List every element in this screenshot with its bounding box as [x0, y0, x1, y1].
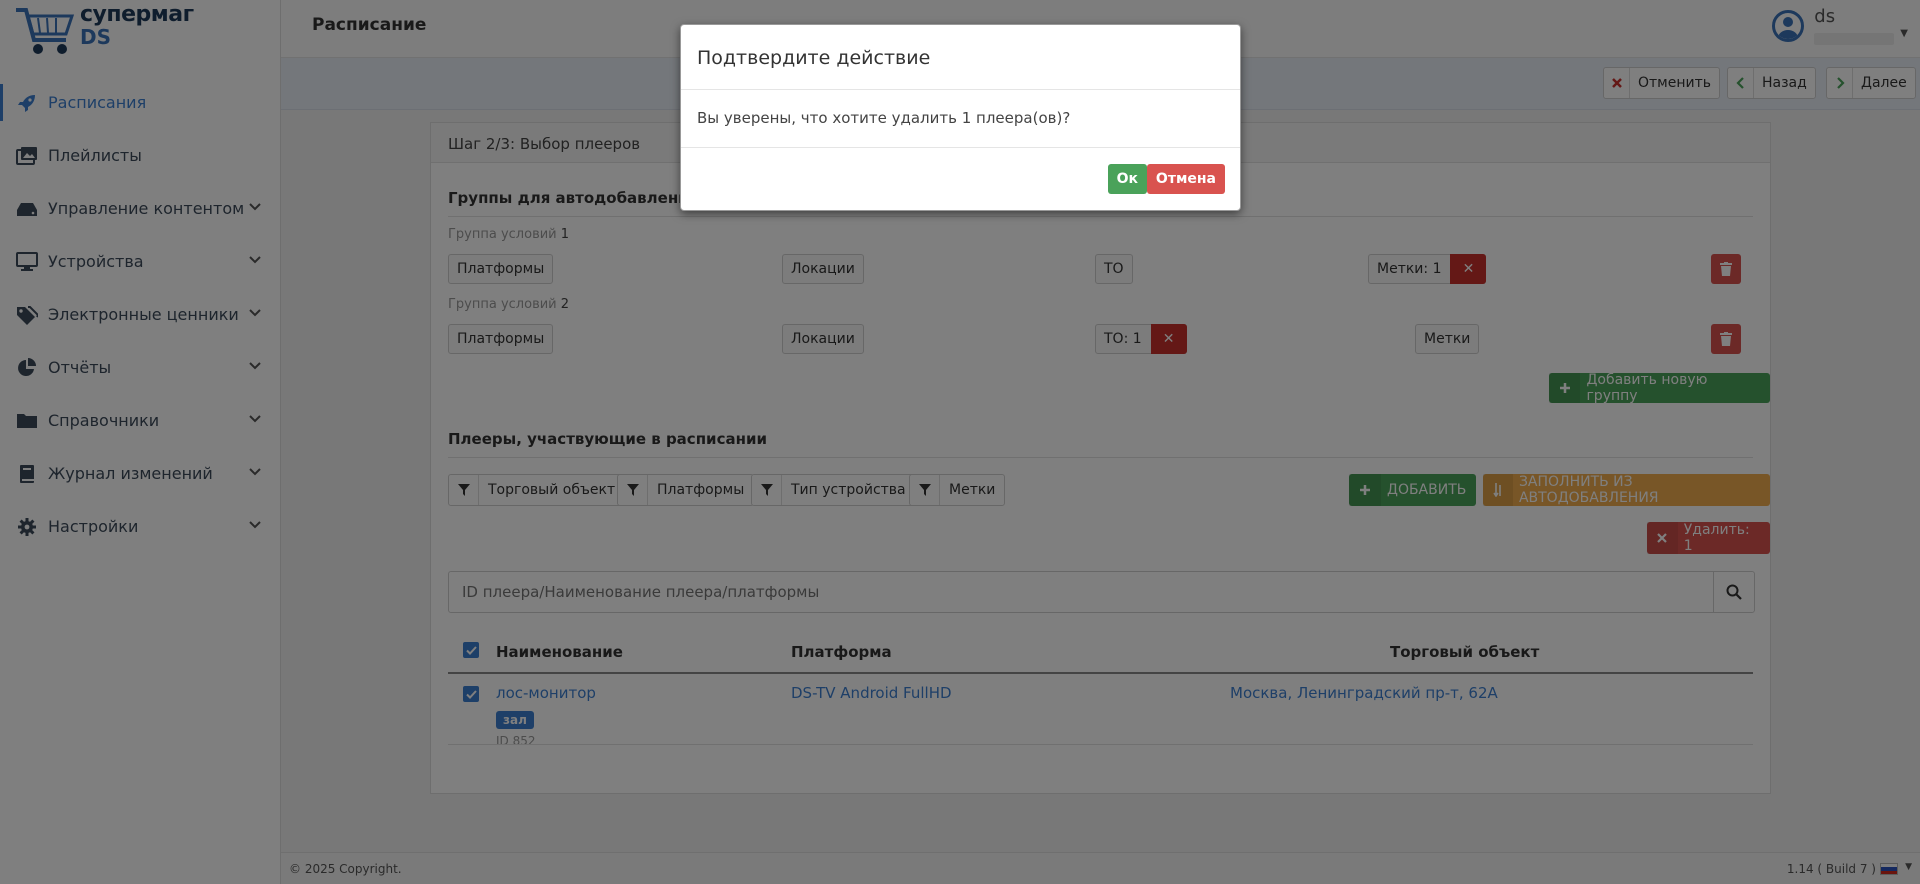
- cancel-button[interactable]: Отмена: [1146, 164, 1225, 194]
- dialog-footer: Ок Отмена: [681, 148, 1240, 210]
- confirm-dialog: Подтвердите действие Вы уверены, что хот…: [680, 24, 1241, 211]
- ok-button[interactable]: Ок: [1107, 164, 1147, 194]
- dialog-message: Вы уверены, что хотите удалить 1 плеера(…: [681, 90, 1240, 148]
- dialog-title: Подтвердите действие: [681, 25, 1240, 90]
